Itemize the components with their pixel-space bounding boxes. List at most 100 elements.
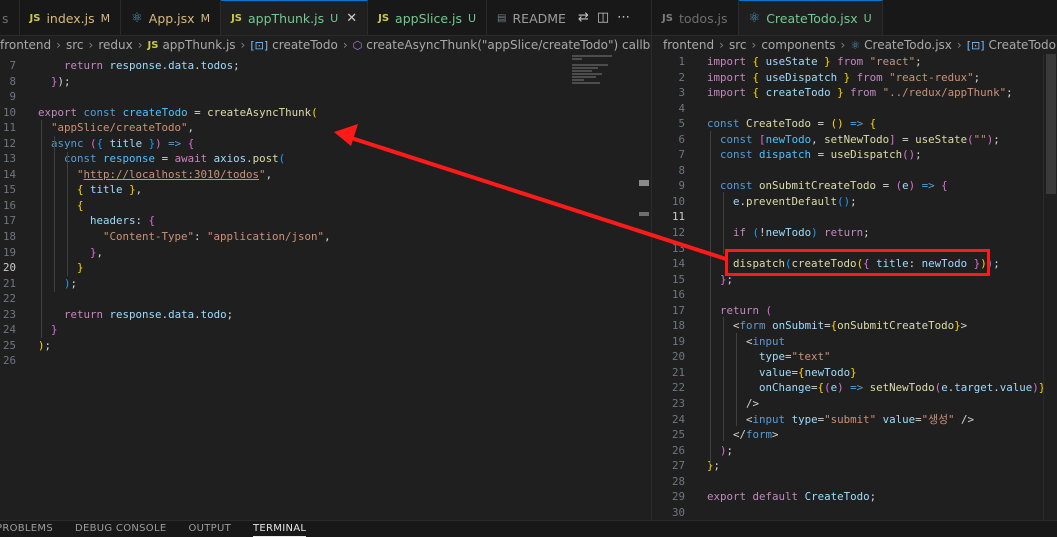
breadcrumb-item[interactable]: redux: [98, 38, 132, 52]
scrollbar-marker: [639, 180, 649, 186]
code-line[interactable]: 24 }: [0, 322, 636, 338]
breadcrumb-item[interactable]: CreateTodo.jsx: [864, 38, 952, 52]
compare-changes-icon[interactable]: ⇄: [578, 10, 589, 25]
code-token: todos: [200, 59, 234, 72]
tab-appslice-js[interactable]: JS appSlice.js U: [368, 0, 488, 35]
code-token: (: [311, 105, 318, 119]
line-content: "Content-Type": "application/json",: [38, 229, 331, 245]
breadcrumb-item[interactable]: src: [729, 38, 747, 52]
code-line[interactable]: 23 return response.data.todo;: [0, 307, 636, 323]
tab-terminal[interactable]: TERMINAL: [253, 523, 307, 537]
variable-icon: [⊡]: [250, 38, 269, 52]
minimap-line: [572, 55, 612, 57]
code-line[interactable]: 29 export default CreateTodo;: [652, 489, 1043, 505]
breadcrumb-item[interactable]: appThunk.js: [162, 38, 235, 52]
breadcrumb-item[interactable]: frontend: [663, 38, 714, 52]
tab-createtodo-jsx[interactable]: ⚛ CreateTodo.jsx U: [738, 0, 883, 35]
line-number: 9: [678, 179, 685, 193]
markdown-file-icon: ▤: [497, 12, 507, 24]
code-token: return: [824, 226, 864, 240]
code-token: {: [77, 198, 84, 212]
code-token: ;: [1006, 86, 1013, 100]
minimap[interactable]: [572, 54, 638, 94]
react-file-icon: ⚛: [131, 10, 143, 26]
code-line[interactable]: 30: [652, 505, 1043, 520]
line-number: 26: [671, 443, 685, 457]
right-vertical-scrollbar[interactable]: [1043, 54, 1057, 520]
code-token: ,: [96, 245, 104, 259]
tab-app-jsx[interactable]: ⚛ App.jsx M: [121, 0, 222, 35]
right-breadcrumb: frontend › src › components › ⚛ CreateTo…: [663, 36, 1057, 54]
code-line[interactable]: 4: [652, 101, 1043, 117]
breadcrumb-item[interactable]: src: [66, 38, 84, 52]
code-area[interactable]: 1 import { useState } from "react"; 2 impor…: [652, 54, 1043, 520]
code-line[interactable]: 3 import { createTodo } from "../redux/ap…: [652, 85, 1043, 101]
code-line[interactable]: 18 "Content-Type": "application/json",: [0, 229, 636, 245]
scrollbar-thumb[interactable]: [1046, 54, 1056, 194]
code-line[interactable]: 28: [652, 474, 1043, 490]
close-icon[interactable]: ✕: [346, 11, 357, 26]
line-number: 30: [671, 505, 685, 519]
code-token: =>: [168, 136, 182, 150]
minimap-line: [572, 64, 608, 66]
code-line[interactable]: 7 return response.data.todos;: [0, 58, 636, 74]
minimap-line: [572, 76, 596, 78]
line-content: );: [38, 276, 77, 292]
code-token: "react-redux": [889, 70, 974, 84]
line-content: </form>: [707, 427, 779, 443]
code-line[interactable]: 1 import { useState } from "react";: [652, 54, 1043, 70]
breadcrumb-item[interactable]: createAsyncThunk("appSlice/createTodo") …: [366, 38, 651, 52]
breadcrumb-item[interactable]: components: [761, 38, 835, 52]
line-content: const CreateTodo = () => {: [707, 116, 876, 132]
line-number: 16: [2, 198, 16, 212]
tab-problems[interactable]: PROBLEMS: [0, 523, 53, 537]
left-vertical-scrollbar[interactable]: [637, 54, 651, 520]
left-code-editor[interactable]: 7 return response.data.todos; 8 }); 9 10 exp…: [0, 54, 636, 520]
code-line[interactable]: 13 const response = await axios.post(: [0, 151, 636, 167]
code-line[interactable]: 21 );: [0, 276, 636, 292]
code-line[interactable]: 17 headers: {: [0, 213, 636, 229]
code-line[interactable]: 25);: [0, 338, 636, 354]
right-code-editor[interactable]: 1 import { useState } from "react"; 2 impor…: [652, 54, 1043, 520]
code-line[interactable]: 15 { title },: [0, 182, 636, 198]
code-token: createTodo: [765, 86, 831, 100]
code-line[interactable]: 10 export const createTodo = createAsyncT…: [0, 105, 636, 121]
code-line[interactable]: 22: [0, 291, 636, 307]
code-line[interactable]: 9: [0, 89, 636, 105]
code-token: data: [168, 307, 195, 321]
breadcrumb-item[interactable]: CreateTodo: [989, 38, 1056, 52]
tab-appthunk-js[interactable]: JS appThunk.js U ✕: [221, 0, 369, 35]
code-line[interactable]: 11 "appSlice/createTodo",: [0, 120, 636, 136]
tab-partial[interactable]: s: [0, 0, 20, 35]
breadcrumb-item[interactable]: createTodo: [272, 38, 338, 52]
code-line[interactable]: 5 const CreateTodo = () => {: [652, 116, 1043, 132]
split-editor-icon[interactable]: ◫: [597, 10, 609, 25]
code-area[interactable]: 7 return response.data.todos; 8 }); 9 10 exp…: [0, 58, 636, 369]
minimap-line: [572, 73, 602, 75]
code-line[interactable]: 16 {: [0, 198, 636, 214]
tab-readme[interactable]: ▤ README: [487, 0, 570, 35]
tab-debug-console[interactable]: DEBUG CONSOLE: [75, 523, 166, 537]
code-line[interactable]: 26: [0, 353, 636, 369]
code-token: "react": [869, 55, 916, 68]
line-content: },: [38, 245, 103, 261]
line-number: 1: [678, 55, 685, 68]
tab-index-js[interactable]: JS index.js M: [20, 0, 122, 35]
code-line[interactable]: 2 import { useDispatch } from "react-redu…: [652, 70, 1043, 86]
code-line[interactable]: 12 async ({ title }) => {: [0, 136, 636, 152]
code-line[interactable]: 14 "http://localhost:3010/todos",: [0, 167, 636, 183]
left-tab-bar: s JS index.js M ⚛ App.jsx M JS appThunk.…: [0, 0, 651, 36]
tab-output[interactable]: OUTPUT: [188, 523, 231, 537]
code-token: setNewTodo: [824, 132, 890, 146]
code-line[interactable]: 20 }: [0, 260, 636, 276]
more-actions-icon[interactable]: ⋯: [617, 10, 630, 25]
code-line[interactable]: 19 },: [0, 245, 636, 261]
line-number: 15: [671, 272, 685, 286]
code-line[interactable]: 8 });: [0, 74, 636, 90]
tab-todos-js[interactable]: JS todos.js: [652, 0, 739, 35]
breadcrumb-item[interactable]: frontend: [0, 38, 51, 52]
